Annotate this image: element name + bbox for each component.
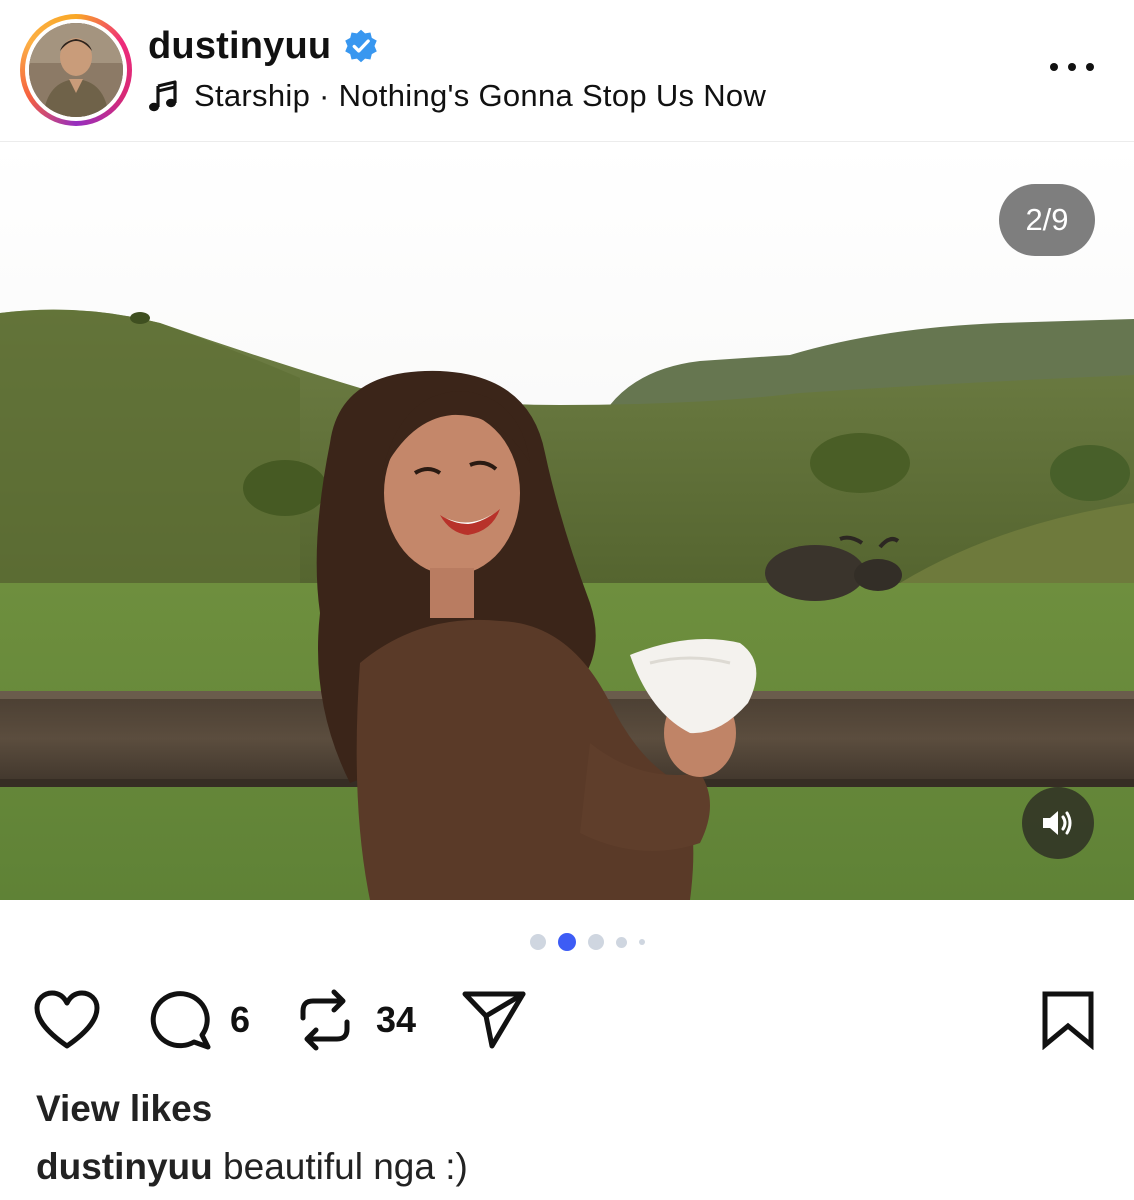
send-icon (462, 991, 526, 1049)
avatar[interactable] (29, 23, 123, 117)
carousel-dot (588, 934, 604, 950)
bookmark-icon (1042, 991, 1094, 1050)
story-ring[interactable] (20, 14, 132, 126)
post-header: dustinyuu Starship · Nothing's Gonna Sto… (0, 0, 1134, 142)
repost-count: 34 (376, 999, 417, 1040)
carousel-dot (530, 934, 546, 950)
carousel-counter: 2/9 (999, 184, 1095, 256)
comment-icon (150, 991, 211, 1050)
caption-text: beautiful nga :) (223, 1146, 468, 1187)
username[interactable]: dustinyuu (148, 25, 331, 68)
comment-button[interactable]: 6 (148, 988, 250, 1052)
music-track[interactable]: Starship · Nothing's Gonna Stop Us Now (194, 78, 766, 114)
carousel-dot (616, 936, 627, 948)
music-note-icon (149, 80, 177, 112)
save-button[interactable] (1040, 988, 1096, 1052)
like-button[interactable] (34, 988, 100, 1052)
carousel-indicator (530, 932, 645, 952)
repost-icon (300, 989, 350, 1051)
carousel-dot-active (558, 933, 576, 951)
heart-icon (34, 990, 100, 1049)
speaker-icon[interactable] (1022, 787, 1094, 859)
carousel-dot (639, 939, 645, 945)
view-likes-link[interactable]: View likes (36, 1088, 212, 1130)
comment-count: 6 (230, 999, 251, 1040)
verified-badge-icon (345, 29, 378, 63)
repost-button[interactable]: 34 (296, 988, 416, 1052)
caption-username[interactable]: dustinyuu (36, 1146, 213, 1187)
share-button[interactable] (460, 988, 528, 1052)
more-options-icon[interactable] (1046, 52, 1098, 82)
post-caption: dustinyuu beautiful nga :) (36, 1146, 468, 1188)
post-image[interactable] (0, 143, 1134, 900)
